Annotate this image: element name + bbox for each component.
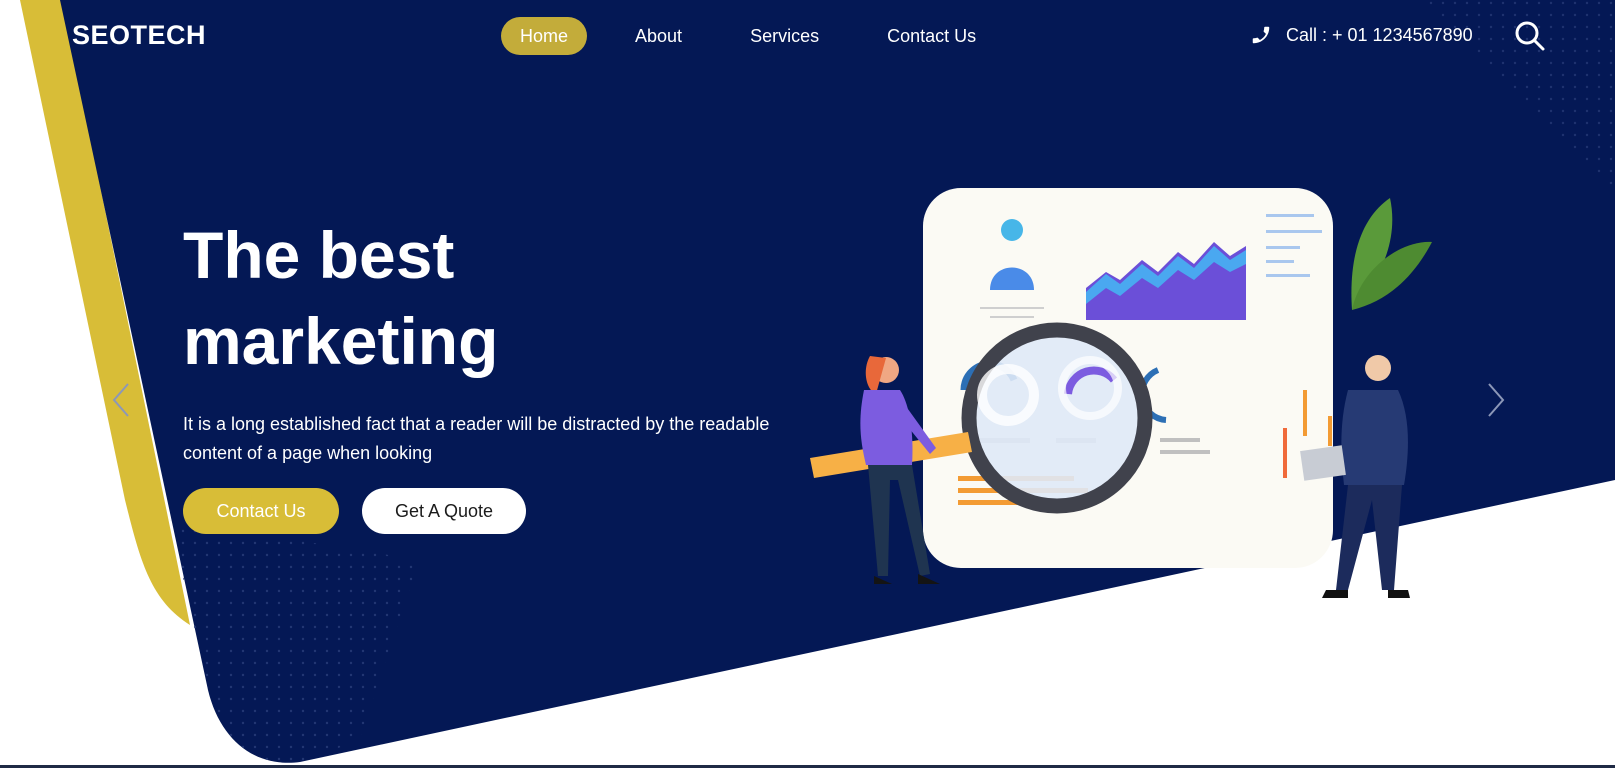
get-a-quote-button[interactable]: Get A Quote [362, 488, 526, 534]
call-text: Call : + 01 1234567890 [1286, 24, 1473, 45]
chevron-left-icon[interactable] [110, 380, 134, 420]
call-info[interactable]: Call : + 01 1234567890 [1250, 23, 1473, 47]
nav-about[interactable]: About [616, 17, 701, 55]
search-icon[interactable] [1514, 20, 1546, 52]
hero-title-line1: The best [183, 218, 455, 292]
contact-us-button[interactable]: Contact Us [183, 488, 339, 534]
nav-contact[interactable]: Contact Us [868, 17, 995, 55]
marketing-illustration [810, 188, 1432, 598]
site-logo[interactable]: SEOTECH [72, 20, 206, 51]
page: SEOTECH Home About Services Contact Us C… [0, 0, 1615, 768]
hero-description: It is a long established fact that a rea… [183, 414, 770, 463]
user-icon [1001, 219, 1023, 241]
main-nav: Home About Services Contact Us [501, 17, 1025, 55]
hero-title-line2: marketing [183, 304, 499, 378]
chevron-right-icon[interactable] [1483, 380, 1507, 420]
phone-icon [1252, 26, 1270, 44]
nav-services[interactable]: Services [731, 17, 838, 55]
hero-title: The best marketing [183, 212, 783, 384]
nav-home[interactable]: Home [501, 17, 588, 55]
